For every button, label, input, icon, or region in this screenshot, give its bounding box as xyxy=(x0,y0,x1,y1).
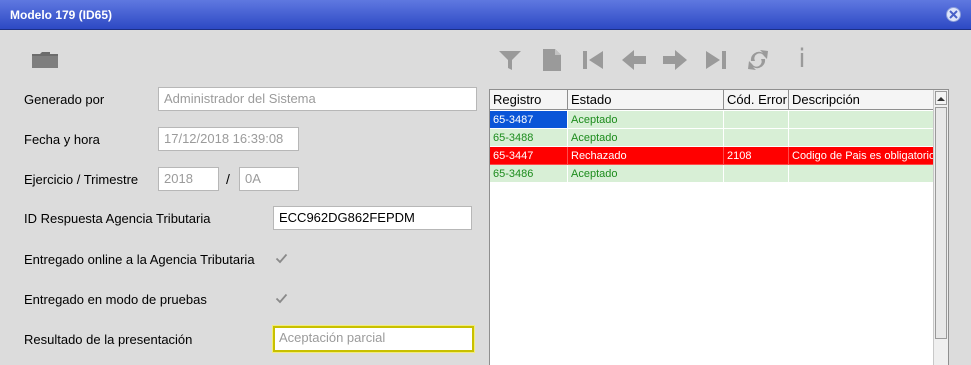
window-title: Modelo 179 (ID65) xyxy=(10,8,113,22)
table-row[interactable]: 65-3487 Aceptado xyxy=(490,111,935,129)
column-header-estado[interactable]: Estado xyxy=(568,90,724,110)
entregado-online-label: Entregado online a la Agencia Tributaria xyxy=(24,252,255,267)
entregado-pruebas-label: Entregado en modo de pruebas xyxy=(24,292,207,307)
ejercicio-field[interactable]: 2018 xyxy=(158,167,219,191)
folder-icon[interactable] xyxy=(31,51,59,69)
info-icon[interactable]: i xyxy=(789,44,815,74)
cell-descripcion xyxy=(789,129,935,147)
resultado-field[interactable]: Aceptación parcial xyxy=(272,325,475,353)
title-bar[interactable]: Modelo 179 (ID65) xyxy=(0,0,971,30)
cell-descripcion: Codigo de Pais es obligatorio c xyxy=(789,147,935,165)
generado-por-field[interactable]: Administrador del Sistema xyxy=(158,87,477,111)
previous-record-icon[interactable] xyxy=(621,47,647,73)
entregado-pruebas-checkbox[interactable] xyxy=(275,292,288,305)
id-respuesta-label: ID Respuesta Agencia Tributaria xyxy=(24,211,211,226)
cell-registro: 65-3447 xyxy=(490,147,568,165)
cell-codigo-error xyxy=(724,165,789,183)
document-icon[interactable] xyxy=(539,47,565,73)
column-header-registro[interactable]: Registro xyxy=(490,90,568,110)
ejercicio-separator: / xyxy=(226,171,230,187)
table-row[interactable]: 65-3488 Aceptado xyxy=(490,129,935,147)
fecha-hora-label: Fecha y hora xyxy=(24,132,100,147)
next-record-icon[interactable] xyxy=(662,47,688,73)
vertical-scrollbar[interactable] xyxy=(933,90,948,365)
column-header-codigo-error[interactable]: Cód. Error xyxy=(724,90,789,110)
cell-estado: Aceptado xyxy=(568,129,724,147)
cell-registro: 65-3487 xyxy=(490,111,568,129)
filter-icon[interactable] xyxy=(497,47,523,73)
cell-codigo-error: 2108 xyxy=(724,147,789,165)
cell-descripcion xyxy=(789,111,935,129)
table-row[interactable]: 65-3486 Aceptado xyxy=(490,165,935,183)
last-record-icon[interactable] xyxy=(703,47,729,73)
id-respuesta-field[interactable]: ECC962DG862FEPDM xyxy=(273,206,472,230)
entregado-online-checkbox[interactable] xyxy=(275,252,288,265)
cell-descripcion xyxy=(789,165,935,183)
chevron-up-icon xyxy=(937,97,945,101)
grid-header: Registro Estado Cód. Error Descripción xyxy=(490,90,935,110)
cell-estado: Aceptado xyxy=(568,111,724,129)
scroll-thumb[interactable] xyxy=(935,107,947,339)
first-record-icon[interactable] xyxy=(580,47,606,73)
close-icon[interactable] xyxy=(946,7,961,22)
cell-codigo-error xyxy=(724,111,789,129)
column-header-descripcion[interactable]: Descripción xyxy=(789,90,935,110)
modelo-179-window: Modelo 179 (ID65) Generado por Administr… xyxy=(0,0,971,365)
cell-registro: 65-3486 xyxy=(490,165,568,183)
ejercicio-trimestre-label: Ejercicio / Trimestre xyxy=(24,172,139,187)
trimestre-field[interactable]: 0A xyxy=(239,167,299,191)
refresh-icon[interactable] xyxy=(745,47,771,73)
table-row[interactable]: 65-3447 Rechazado 2108 Codigo de Pais es ob… xyxy=(490,147,935,165)
generado-por-label: Generado por xyxy=(24,92,105,107)
cell-codigo-error xyxy=(724,129,789,147)
cell-estado: Aceptado xyxy=(568,165,724,183)
cell-registro: 65-3488 xyxy=(490,129,568,147)
cell-estado: Rechazado xyxy=(568,147,724,165)
resultado-label: Resultado de la presentación xyxy=(24,332,193,347)
fecha-hora-field[interactable]: 17/12/2018 16:39:08 xyxy=(158,127,299,151)
scroll-up-button[interactable] xyxy=(935,91,947,105)
records-grid[interactable]: Registro Estado Cód. Error Descripción 6… xyxy=(489,89,949,365)
